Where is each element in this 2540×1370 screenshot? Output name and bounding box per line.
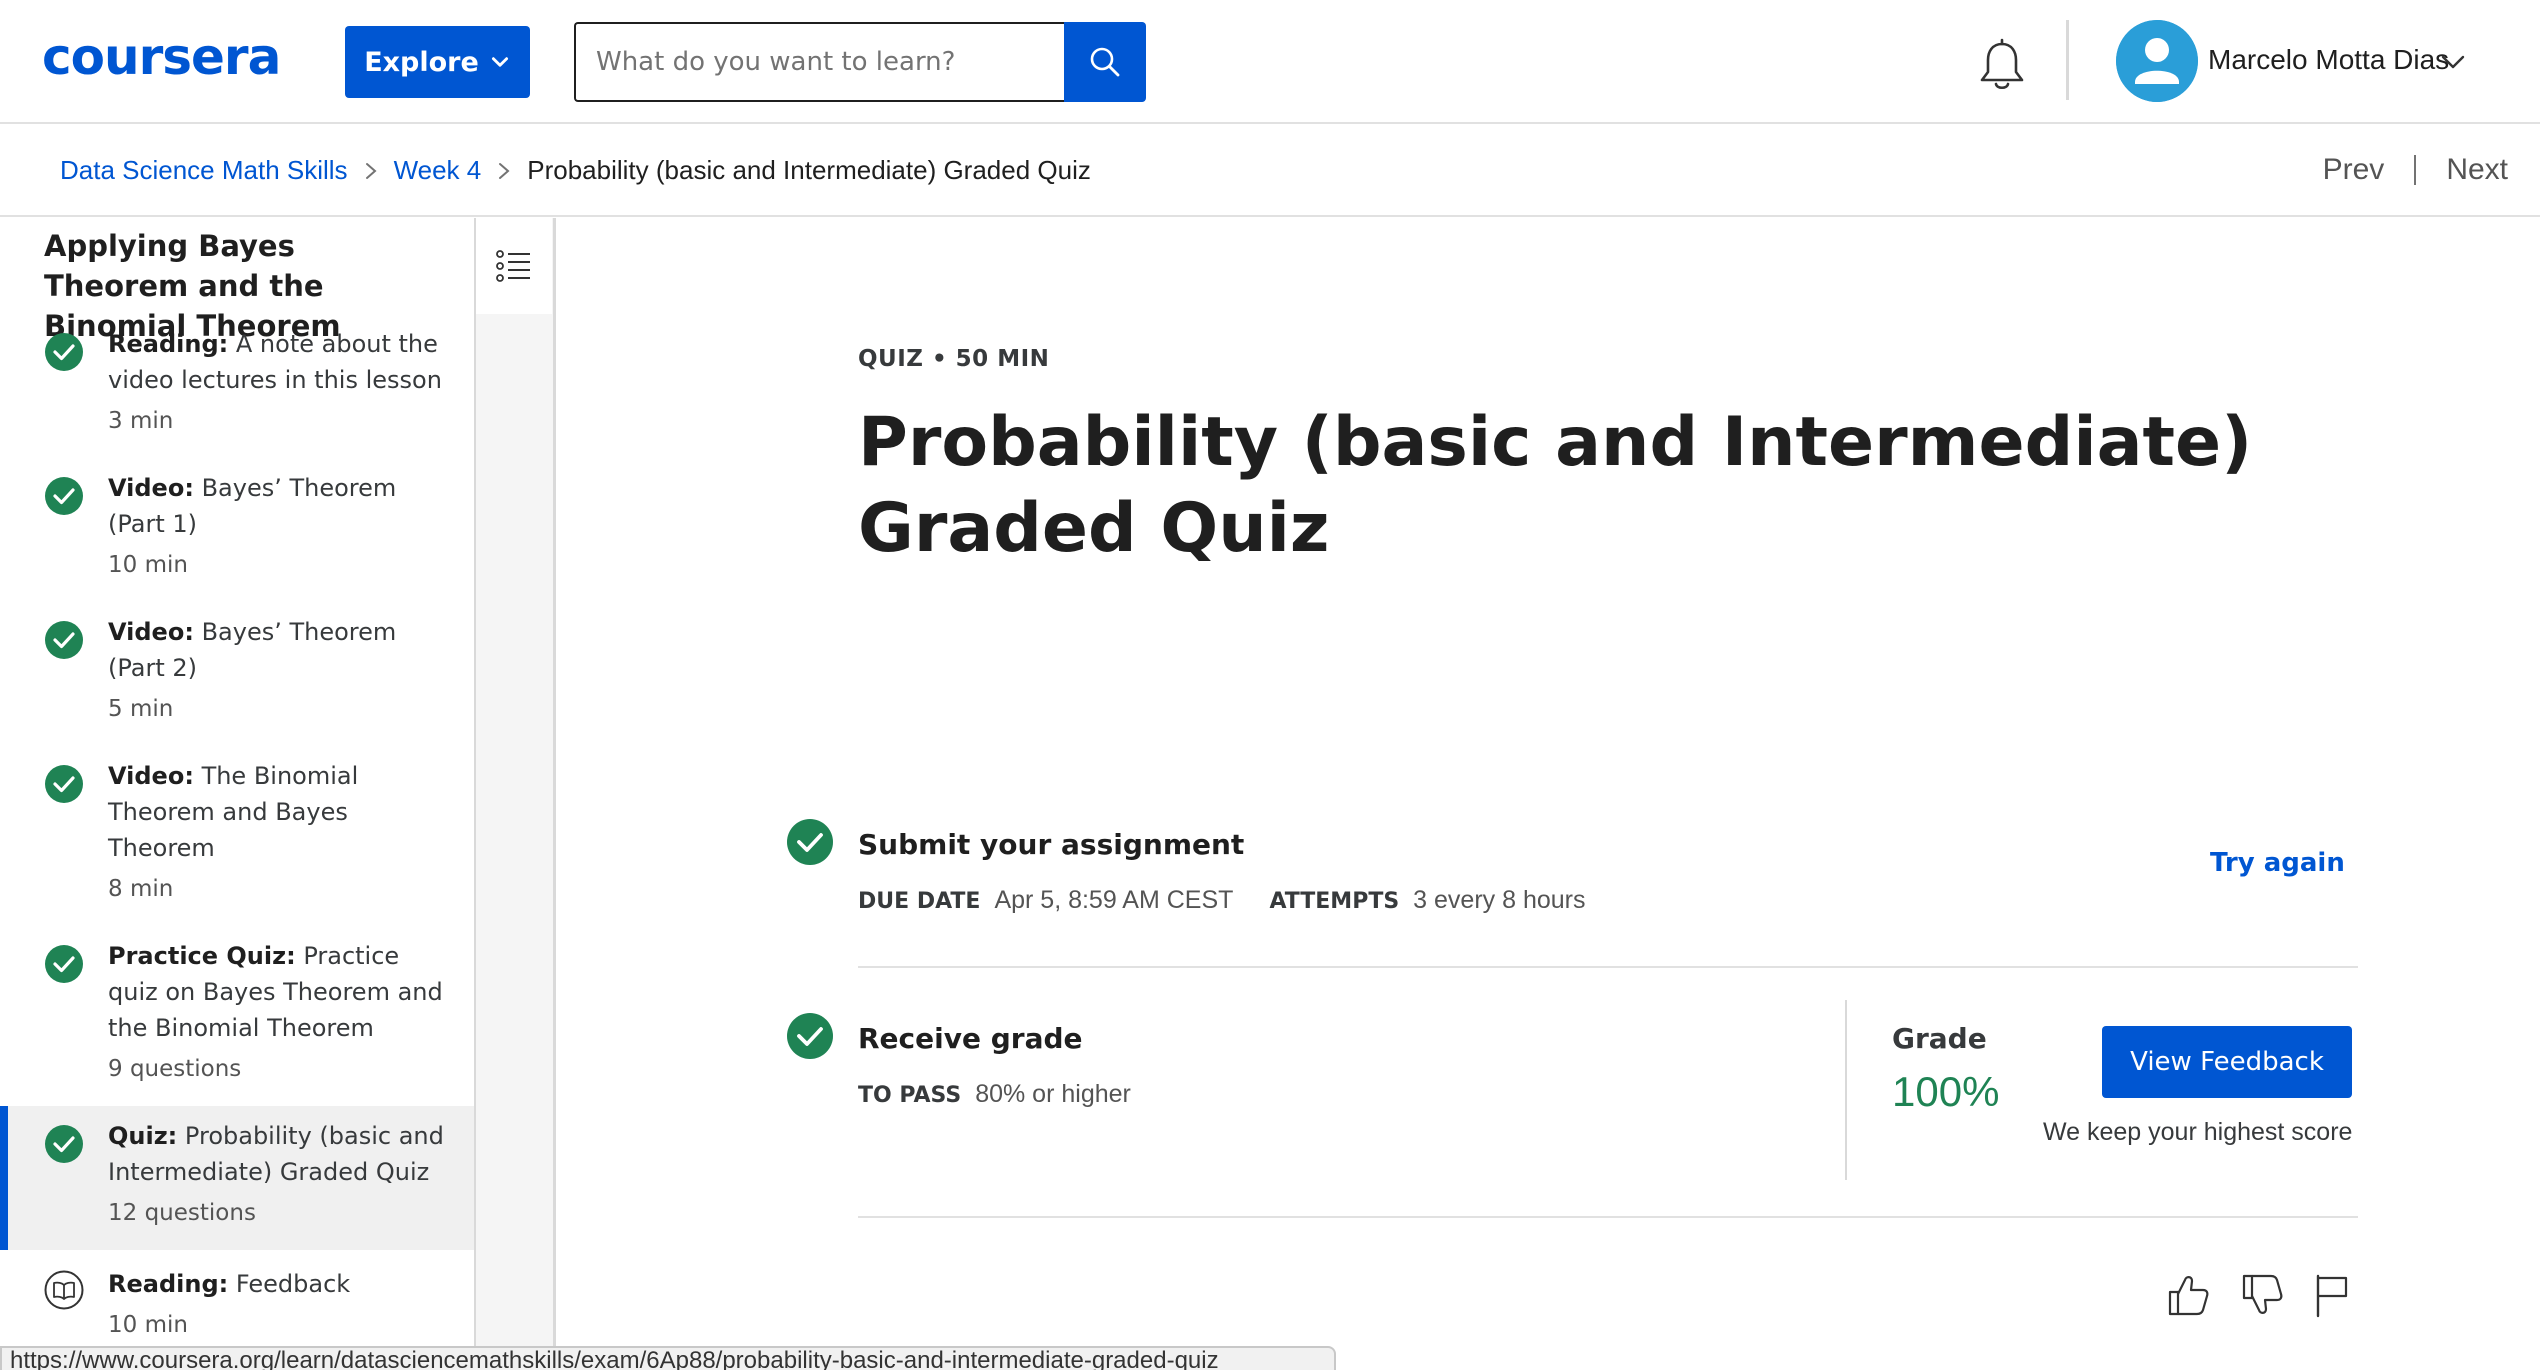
search-button[interactable] [1064, 22, 1146, 102]
check-circle-icon [45, 765, 83, 803]
sidebar-item-video-binomial[interactable]: Video: The Binomial Theorem and Bayes Th… [0, 758, 474, 930]
section-divider [858, 1216, 2358, 1218]
sidebar-item-practice-quiz[interactable]: Practice Quiz: Practice quiz on Bayes Th… [0, 938, 474, 1110]
browser-status-url: https://www.coursera.org/learn/datascien… [0, 1346, 1336, 1370]
prev-link[interactable]: Prev [2323, 153, 2385, 187]
view-feedback-button[interactable]: View Feedback [2102, 1026, 2352, 1098]
toggle-outline-button[interactable] [476, 218, 552, 314]
thumbs-down-icon[interactable] [2240, 1272, 2284, 1318]
sidebar-item-reading-note[interactable]: Reading: A note about the video lectures… [0, 326, 474, 462]
book-icon [44, 1270, 84, 1310]
sidebar-item-text: Practice Quiz: Practice quiz on Bayes Th… [108, 942, 443, 1042]
grade-value: 100% [1892, 1068, 2000, 1115]
flag-icon[interactable] [2310, 1272, 2354, 1318]
sidebar-item-text: Video: Bayes’ Theorem (Part 2) [108, 618, 397, 682]
breadcrumb-current: Probability (basic and Intermediate) Gra… [527, 155, 1091, 185]
sidebar-item-text: Quiz: Probability (basic and Intermediat… [108, 1122, 444, 1186]
outline-list-icon [496, 250, 530, 282]
grade-divider [1845, 1000, 1847, 1180]
receive-grade-title: Receive grade [858, 1022, 1083, 1055]
check-circle-icon [45, 945, 83, 983]
bell-icon[interactable] [1976, 38, 2028, 94]
chevron-right-icon [499, 162, 510, 179]
chevron-down-icon[interactable] [2440, 52, 2466, 72]
sidebar-item-text: Video: Bayes’ Theorem (Part 1) [108, 474, 397, 538]
user-name[interactable]: Marcelo Motta Dias [2208, 44, 2449, 76]
sidebar-item-video-bayes-1[interactable]: Video: Bayes’ Theorem (Part 1) 10 min [0, 470, 474, 606]
grade-label: Grade [1892, 1022, 1987, 1055]
attempts-label: ATTEMPTS [1269, 889, 1400, 914]
to-pass-label: TO PASS [858, 1083, 962, 1108]
sidebar-item-video-bayes-2[interactable]: Video: Bayes’ Theorem (Part 2) 5 min [0, 614, 474, 750]
check-circle-icon [45, 477, 83, 515]
check-circle-icon [787, 819, 833, 865]
to-pass-value: 80% or higher [975, 1080, 1131, 1108]
sidebar-item-meta: 10 min [108, 552, 188, 578]
prev-next-nav: Prev Next [2323, 153, 2508, 187]
breadcrumb-week-link[interactable]: Week 4 [394, 155, 482, 186]
explore-label: Explore [364, 46, 479, 78]
sidebar-item-meta: 8 min [108, 876, 174, 902]
sidebar-item-text: Reading: A note about the video lectures… [108, 330, 442, 394]
due-date-label: DUE DATE [858, 889, 981, 914]
sidebar-item-meta: 9 questions [108, 1056, 242, 1082]
page-title: Probability (basic and Intermediate) Gra… [858, 403, 2253, 568]
breadcrumb-course-link[interactable]: Data Science Math Skills [60, 155, 348, 186]
explore-button[interactable]: Explore [345, 26, 530, 98]
chevron-down-icon [491, 57, 508, 67]
chevron-right-icon [365, 162, 377, 179]
due-date-value: Apr 5, 8:59 AM CEST [994, 886, 1234, 914]
submit-meta: DUE DATE Apr 5, 8:59 AM CEST ATTEMPTS 3 … [858, 886, 1622, 915]
check-circle-icon [45, 1125, 83, 1163]
user-avatar-icon [2116, 20, 2198, 102]
attempts-value: 3 every 8 hours [1413, 886, 1586, 914]
submit-assignment-title: Submit your assignment [858, 828, 1245, 861]
try-again-link[interactable]: Try again [2210, 848, 2345, 878]
search-input[interactable] [574, 22, 1066, 102]
pass-meta: TO PASS 80% or higher [858, 1080, 1167, 1109]
sidebar-rail [476, 218, 556, 1370]
sidebar-item-text: Reading: Feedback [108, 1270, 351, 1298]
keep-highest-note: We keep your highest score [2043, 1118, 2353, 1146]
sidebar-item-meta: 5 min [108, 696, 174, 722]
sidebar-item-meta: 3 min [108, 408, 174, 434]
check-circle-icon [45, 621, 83, 659]
user-avatar[interactable] [2116, 20, 2198, 102]
check-circle-icon [45, 333, 83, 371]
thumbs-up-icon[interactable] [2166, 1272, 2210, 1318]
breadcrumb: Data Science Math Skills Week 4 Probabil… [60, 155, 1091, 186]
sidebar-item-graded-quiz[interactable]: Quiz: Probability (basic and Intermediat… [0, 1106, 474, 1250]
lesson-sidebar: Applying Bayes Theorem and the Binomial … [0, 218, 476, 1370]
search-icon [1090, 47, 1120, 77]
breadcrumb-bar: Data Science Math Skills Week 4 Probabil… [0, 125, 2540, 217]
section-divider [858, 966, 2358, 968]
check-circle-icon [787, 1013, 833, 1059]
top-header: coursera Explore Marcelo Motta Dias [0, 0, 2540, 124]
sidebar-item-text: Video: The Binomial Theorem and Bayes Th… [108, 762, 359, 862]
next-link[interactable]: Next [2446, 153, 2508, 187]
quiz-kicker: QUIZ • 50 MIN [858, 346, 1050, 372]
sidebar-item-meta: 10 min [108, 1312, 188, 1338]
sidebar-item-meta: 12 questions [108, 1200, 256, 1226]
nav-divider [2414, 155, 2417, 185]
coursera-logo[interactable]: coursera [42, 28, 281, 86]
header-divider [2066, 20, 2069, 100]
